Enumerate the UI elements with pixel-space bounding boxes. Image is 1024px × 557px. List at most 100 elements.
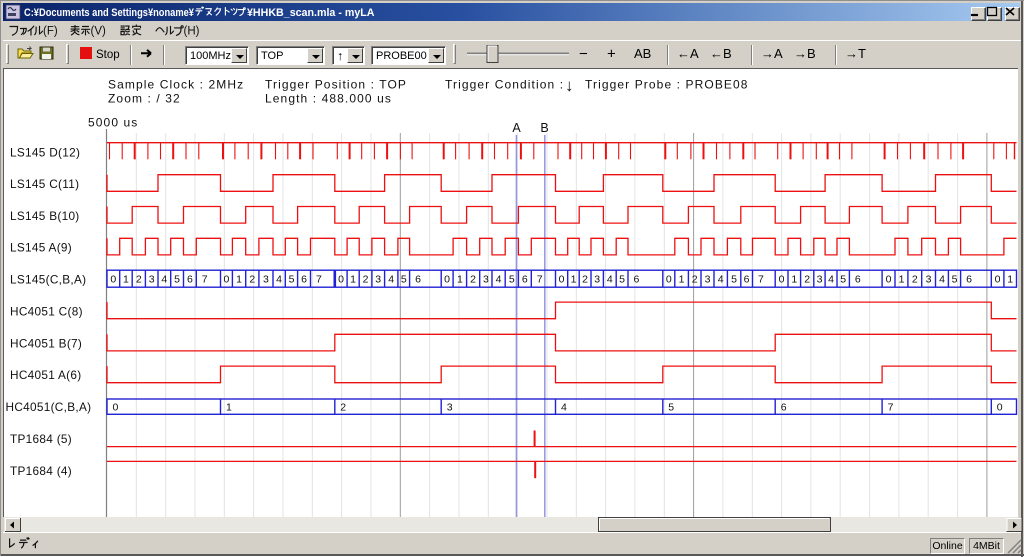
svg-text:6: 6 [634, 274, 640, 286]
svg-text:1: 1 [899, 274, 905, 286]
svg-text:LS145(C,B,A): LS145(C,B,A) [10, 273, 86, 287]
svg-text:−: − [579, 46, 588, 63]
svg-text:4: 4 [388, 274, 394, 286]
svg-text:5: 5 [731, 274, 737, 286]
svg-text:HC4051 B(7): HC4051 B(7) [10, 336, 82, 350]
svg-text:←B: ←B [710, 46, 732, 61]
svg-text:LS145 B(10): LS145 B(10) [10, 209, 80, 223]
svg-text:5: 5 [289, 274, 295, 286]
svg-text:1: 1 [350, 274, 356, 286]
svg-text:→B: →B [794, 46, 816, 61]
svg-text:6: 6 [781, 401, 787, 413]
svg-text:6: 6 [415, 274, 421, 286]
svg-text:1: 1 [236, 274, 242, 286]
svg-text:1: 1 [1007, 274, 1013, 286]
svg-text:3: 3 [483, 274, 489, 286]
svg-text:3: 3 [926, 274, 932, 286]
svg-text:4: 4 [607, 274, 613, 286]
svg-text:0: 0 [110, 274, 116, 286]
svg-text:0: 0 [666, 274, 672, 286]
svg-text:4: 4 [496, 274, 502, 286]
svg-text:→A: →A [761, 46, 783, 61]
svg-text:7: 7 [888, 401, 894, 413]
svg-text:4: 4 [718, 274, 724, 286]
svg-text:4: 4 [161, 274, 167, 286]
svg-text:5: 5 [619, 274, 625, 286]
svg-text:(F): (F) [43, 26, 58, 38]
svg-text:LS145 D(12): LS145 D(12) [10, 146, 80, 160]
svg-text:3: 3 [447, 401, 453, 413]
svg-text:6: 6 [855, 274, 861, 286]
svg-text:4: 4 [276, 274, 282, 286]
svg-text:0: 0 [338, 274, 344, 286]
svg-text:→T: →T [845, 46, 866, 61]
svg-text:↓: ↓ [565, 76, 574, 95]
svg-text:2: 2 [582, 274, 588, 286]
svg-text:0: 0 [113, 401, 119, 413]
svg-text:2: 2 [363, 274, 369, 286]
svg-text:5: 5 [401, 274, 407, 286]
svg-text:7: 7 [316, 274, 322, 286]
svg-text:5: 5 [952, 274, 958, 286]
svg-text:0: 0 [559, 274, 565, 286]
svg-text:4: 4 [828, 274, 834, 286]
svg-text:2: 2 [136, 274, 142, 286]
svg-text:A: A [512, 121, 521, 135]
svg-text:7: 7 [202, 274, 208, 286]
svg-text:3: 3 [705, 274, 711, 286]
svg-text:5: 5 [509, 274, 515, 286]
svg-text:LS145 C(11): LS145 C(11) [10, 177, 79, 191]
svg-text:6: 6 [301, 274, 307, 286]
svg-text:HC4051(C,B,A): HC4051(C,B,A) [6, 400, 92, 414]
svg-text:1: 1 [791, 274, 797, 286]
svg-text:6: 6 [744, 274, 750, 286]
svg-text:Trigger Probe : PROBE08: Trigger Probe : PROBE08 [585, 78, 749, 92]
svg-text:2: 2 [804, 274, 810, 286]
svg-text:2: 2 [249, 274, 255, 286]
svg-text:AB: AB [634, 46, 651, 61]
svg-text:←A: ←A [677, 46, 699, 61]
svg-text:6: 6 [966, 274, 972, 286]
svg-text:0: 0 [779, 274, 785, 286]
svg-text:HC4051 C(8): HC4051 C(8) [10, 305, 83, 319]
svg-text:Sample Clock : 2MHz: Sample Clock : 2MHz [108, 78, 244, 92]
svg-text:3: 3 [375, 274, 381, 286]
svg-text:1: 1 [123, 274, 129, 286]
svg-text:3: 3 [817, 274, 823, 286]
svg-text:3: 3 [149, 274, 155, 286]
svg-text:5: 5 [840, 274, 846, 286]
svg-text:LS145 A(9): LS145 A(9) [10, 241, 72, 255]
svg-text:5: 5 [668, 401, 674, 413]
svg-text:1: 1 [571, 274, 577, 286]
svg-text:B: B [540, 121, 548, 135]
svg-text:7: 7 [758, 274, 764, 286]
svg-text:6: 6 [522, 274, 528, 286]
svg-text:0: 0 [995, 274, 1001, 286]
svg-text:4: 4 [939, 274, 945, 286]
svg-text:TP1684 (5): TP1684 (5) [10, 432, 72, 446]
svg-text:1: 1 [679, 274, 685, 286]
svg-text:(V): (V) [91, 26, 107, 38]
svg-text:Trigger Position : TOP: Trigger Position : TOP [265, 78, 407, 92]
svg-text:1: 1 [226, 401, 232, 413]
svg-text:0: 0 [223, 274, 229, 286]
svg-text:Zoom : / 32: Zoom : / 32 [108, 92, 181, 106]
svg-text:1: 1 [457, 274, 463, 286]
svg-text:2: 2 [340, 401, 346, 413]
svg-text:Trigger Condition :: Trigger Condition : [445, 78, 564, 92]
svg-text:5: 5 [174, 274, 180, 286]
svg-text:0: 0 [444, 274, 450, 286]
svg-text:6: 6 [187, 274, 193, 286]
svg-text:0: 0 [886, 274, 892, 286]
svg-text:0: 0 [997, 401, 1003, 413]
svg-text:Stop: Stop [96, 49, 120, 61]
svg-text:3: 3 [263, 274, 269, 286]
svg-text:4: 4 [561, 401, 567, 413]
svg-text:5000 us: 5000 us [88, 116, 138, 130]
svg-text:TP1684 (4): TP1684 (4) [10, 464, 72, 478]
svg-text:+: + [607, 46, 616, 63]
svg-text:HC4051 A(6): HC4051 A(6) [10, 368, 82, 382]
svg-text:7: 7 [537, 274, 543, 286]
svg-text:2: 2 [692, 274, 698, 286]
svg-text:(H): (H) [184, 26, 200, 38]
